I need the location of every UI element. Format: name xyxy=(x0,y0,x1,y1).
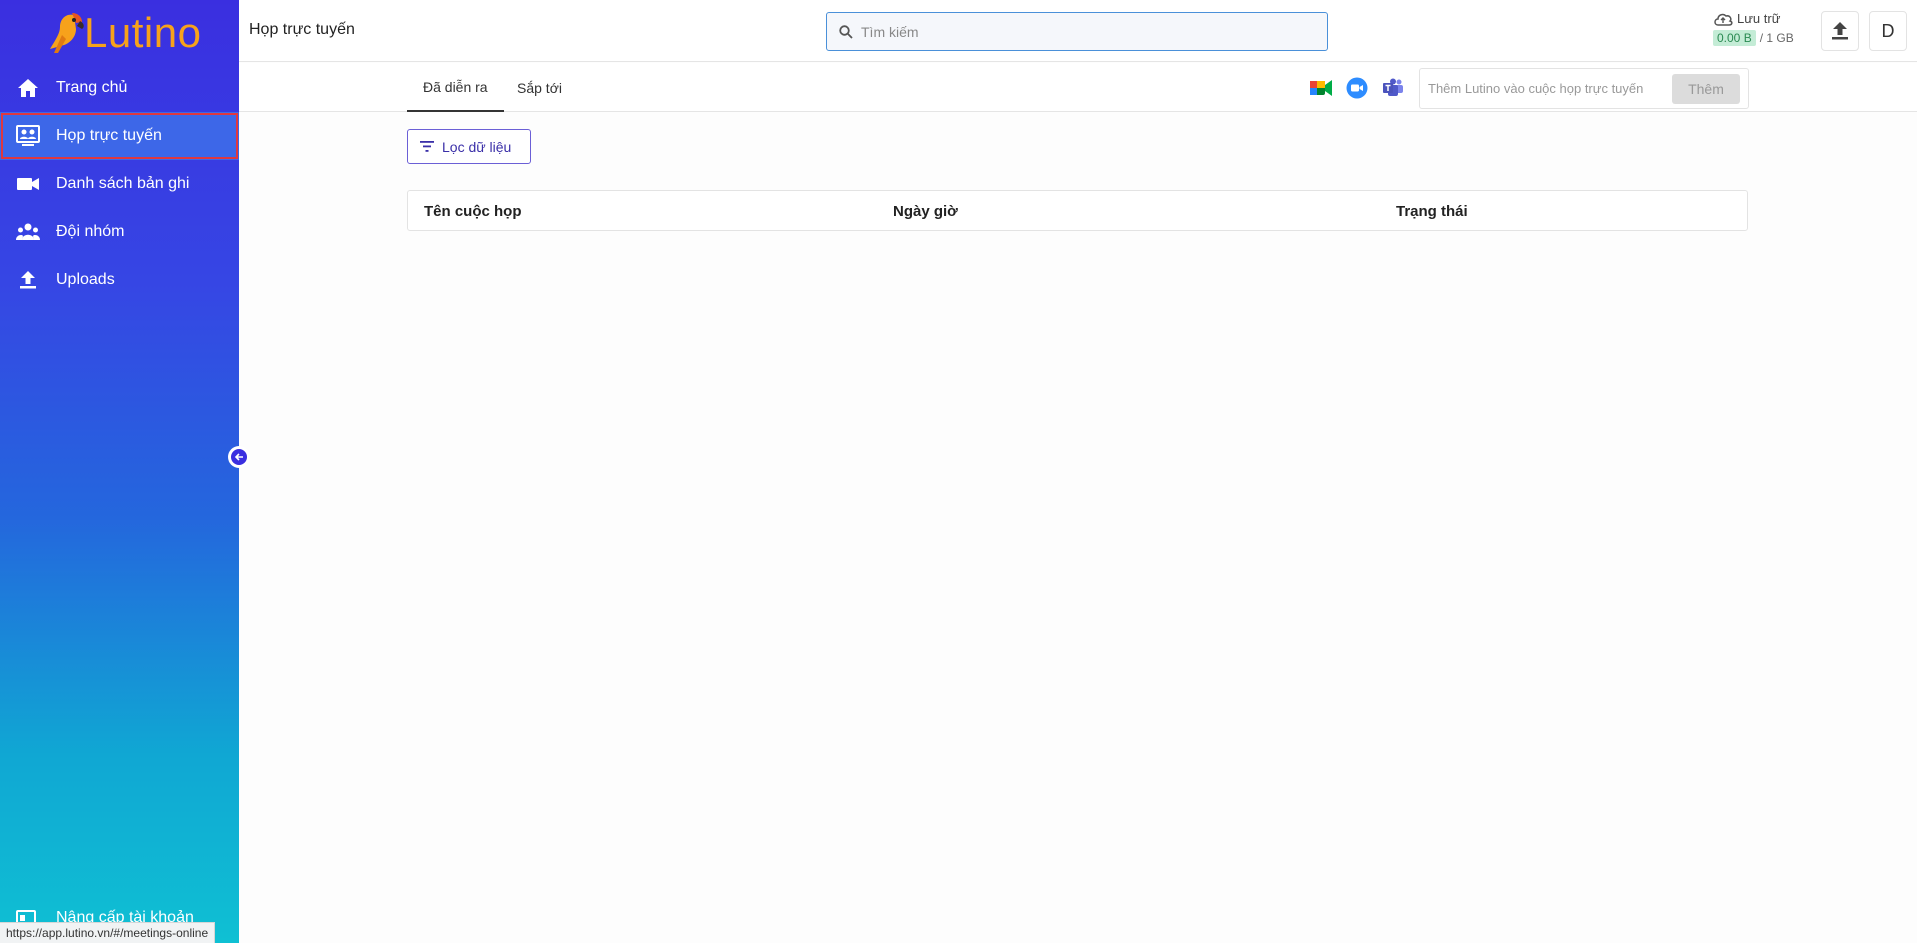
storage-indicator: Lưu trữ 0.00 B / 1 GB xyxy=(1713,11,1794,46)
filter-label: Lọc dữ liệu xyxy=(442,138,512,155)
microsoft-teams-icon[interactable] xyxy=(1381,77,1405,99)
sidebar-item-label: Uploads xyxy=(56,271,115,288)
column-header-datetime[interactable]: Ngày giờ xyxy=(893,191,958,231)
arrow-left-icon xyxy=(231,449,247,465)
zoom-icon[interactable] xyxy=(1345,77,1369,99)
sidebar: Lutino Trang chủ Họp trực tuyến Danh sác… xyxy=(0,0,239,943)
sidebar-item-label: Trang chủ xyxy=(56,79,128,96)
upload-button[interactable] xyxy=(1821,11,1859,51)
sidebar-item-label: Danh sách bản ghi xyxy=(56,175,190,192)
logo-text: Lutino xyxy=(84,9,202,56)
tab-past[interactable]: Đã diễn ra xyxy=(407,63,504,112)
video-icon xyxy=(16,172,40,196)
status-bar-url: https://app.lutino.vn/#/meetings-online xyxy=(0,922,216,943)
search-icon xyxy=(839,24,853,39)
storage-total: / 1 GB xyxy=(1759,31,1794,45)
sidebar-item-label: Đội nhóm xyxy=(56,223,125,240)
home-icon xyxy=(16,76,40,100)
filter-icon xyxy=(420,141,434,152)
meeting-apps xyxy=(1309,77,1405,99)
collapse-sidebar-button[interactable] xyxy=(228,446,250,468)
meeting-link-input[interactable] xyxy=(1420,81,1670,96)
storage-label: Lưu trữ xyxy=(1737,11,1781,26)
logo[interactable]: Lutino xyxy=(44,8,201,58)
avatar[interactable]: D xyxy=(1869,11,1907,51)
tab-bar: Đã diễn ra Sắp tới Thêm xyxy=(239,63,1917,112)
top-header: Họp trực tuyến Lưu trữ 0.00 B / 1 GB D xyxy=(239,0,1917,62)
parrot-logo-icon xyxy=(44,9,90,57)
filter-button[interactable]: Lọc dữ liệu xyxy=(407,129,531,164)
sidebar-item-recordings[interactable]: Danh sách bản ghi xyxy=(0,160,239,208)
add-meeting-button[interactable]: Thêm xyxy=(1672,74,1740,104)
team-icon xyxy=(16,220,40,244)
column-header-status[interactable]: Trạng thái xyxy=(1396,191,1468,231)
page-title: Họp trực tuyến xyxy=(249,21,355,38)
tab-upcoming[interactable]: Sắp tới xyxy=(501,63,578,112)
upload-icon xyxy=(16,268,40,292)
sidebar-item-uploads[interactable]: Uploads xyxy=(0,256,239,304)
add-meeting-box: Thêm xyxy=(1419,68,1749,109)
meetings-table: Tên cuộc họp Ngày giờ Trạng thái xyxy=(407,190,1748,231)
upload-icon xyxy=(1832,22,1848,40)
storage-used-badge: 0.00 B xyxy=(1713,30,1756,46)
sidebar-item-online-meetings[interactable]: Họp trực tuyến xyxy=(0,112,239,160)
sidebar-nav: Trang chủ Họp trực tuyến Danh sách bản g… xyxy=(0,64,239,304)
sidebar-item-home[interactable]: Trang chủ xyxy=(0,64,239,112)
sidebar-item-teams[interactable]: Đội nhóm xyxy=(0,208,239,256)
meeting-icon xyxy=(16,124,40,148)
sidebar-item-label: Họp trực tuyến xyxy=(56,127,162,144)
column-header-meeting-name[interactable]: Tên cuộc họp xyxy=(424,191,522,231)
search-box[interactable] xyxy=(826,12,1328,51)
cloud-upload-icon xyxy=(1713,12,1733,26)
google-meet-icon[interactable] xyxy=(1309,77,1333,99)
search-input[interactable] xyxy=(861,23,1301,40)
